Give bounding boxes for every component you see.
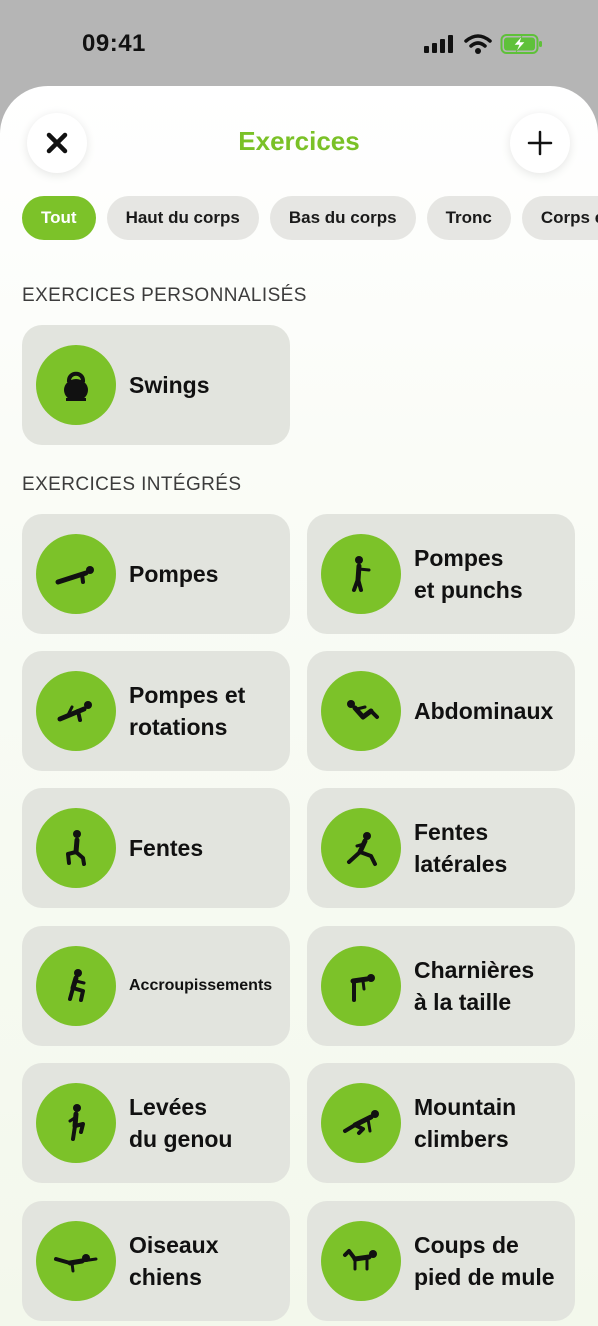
pushup-icon — [55, 566, 94, 585]
exercise-label: Levées du genou — [129, 1094, 233, 1152]
exercise-label: Fentes latérales — [414, 819, 508, 877]
squat-icon — [68, 969, 86, 1002]
exercise-label: Coups de pied de mule — [414, 1232, 555, 1290]
exercise-card-levees-genou[interactable]: Levées du genou — [22, 1063, 290, 1183]
mountain-climber-icon — [343, 1110, 379, 1135]
exercise-icon-circle — [36, 1083, 116, 1163]
custom-section-heading: EXERCICES PERSONNALISÉS — [22, 285, 307, 306]
kettlebell-icon — [64, 371, 88, 401]
exercise-label: Mountain climbers — [414, 1094, 517, 1152]
exercise-label: Pompes et punchs — [414, 545, 523, 603]
status-time: 09:41 — [82, 30, 146, 57]
exercises-sheet: Exercices Tout Haut du corps Bas du corp… — [0, 86, 598, 1326]
hip-hinge-icon — [350, 974, 375, 1002]
exercise-icon-circle — [321, 1083, 401, 1163]
exercise-icon-circle — [321, 534, 401, 614]
exercise-card-pompes-rotations[interactable]: Pompes et rotations — [22, 651, 290, 771]
battery-charging-icon — [500, 34, 542, 54]
exercise-icon-circle — [36, 1221, 116, 1301]
filter-chip-all[interactable]: Tout — [22, 196, 96, 240]
knee-raise-icon — [68, 1104, 85, 1141]
lunge-icon — [66, 830, 86, 866]
exercise-card-coups-pied-mule[interactable]: Coups de pied de mule — [307, 1201, 575, 1321]
exercise-card-fentes-laterales[interactable]: Fentes latérales — [307, 788, 575, 908]
add-exercise-button[interactable] — [510, 113, 570, 173]
exercise-card-abdominaux[interactable]: Abdominaux — [307, 651, 575, 771]
filter-chips: Tout Haut du corps Bas du corps Tronc Co… — [22, 196, 598, 240]
page-title: Exercices — [238, 126, 360, 156]
exercise-label: Fentes — [129, 835, 204, 861]
exercise-label: Pompes — [129, 561, 219, 587]
filter-chip-core[interactable]: Tronc — [426, 196, 511, 240]
side-lunge-icon — [347, 832, 377, 866]
plus-icon — [527, 130, 553, 156]
exercise-card-pompes-punchs[interactable]: Pompes et punchs — [307, 514, 575, 634]
builtin-section-heading: EXERCICES INTÉGRÉS — [22, 474, 242, 495]
exercise-card-mountain-climbers[interactable]: Mountain climbers — [307, 1063, 575, 1183]
exercise-card-swings[interactable]: Swings — [22, 325, 290, 445]
filter-chip-lower-body[interactable]: Bas du corps — [269, 196, 416, 240]
punch-icon — [352, 556, 371, 592]
wifi-icon — [464, 34, 492, 54]
exercise-card-charnieres-taille[interactable]: Charnières à la taille — [307, 926, 575, 1046]
exercise-label: Pompes et rotations — [129, 682, 246, 740]
donkey-kick-icon — [343, 1249, 377, 1271]
exercise-card-fentes[interactable]: Fentes — [22, 788, 290, 908]
exercise-label: Swings — [129, 372, 210, 398]
exercise-label: Charnières à la taille — [414, 957, 535, 1015]
cellular-signal-icon — [424, 35, 453, 53]
exercise-label: Accroupissements — [129, 977, 273, 994]
filter-chip-upper-body[interactable]: Haut du corps — [106, 196, 259, 240]
situp-icon — [347, 700, 379, 720]
exercise-card-oiseaux-chiens[interactable]: Oiseaux chiens — [22, 1201, 290, 1321]
exercise-card-accroupissements[interactable]: Accroupissements — [22, 926, 290, 1046]
exercise-icon-circle — [321, 946, 401, 1026]
exercise-icon-circle — [321, 671, 401, 751]
exercise-icon-circle — [321, 1221, 401, 1301]
exercise-icon-circle — [36, 345, 116, 425]
exercise-label: Abdominaux — [414, 698, 554, 724]
filter-chip-full-body[interactable]: Corps entier — [521, 196, 598, 240]
exercise-icon-circle — [321, 808, 401, 888]
status-bar: 09:41 — [0, 0, 598, 86]
exercise-icon-circle — [36, 946, 116, 1026]
exercise-label: Oiseaux chiens — [129, 1232, 219, 1290]
exercise-card-pompes[interactable]: Pompes — [22, 514, 290, 634]
exercise-icon-circle — [36, 671, 116, 751]
exercise-icon-circle — [36, 808, 116, 888]
exercise-icon-circle — [36, 534, 116, 614]
bird-dog-icon — [54, 1254, 98, 1273]
pushup-rotation-icon — [57, 701, 92, 722]
